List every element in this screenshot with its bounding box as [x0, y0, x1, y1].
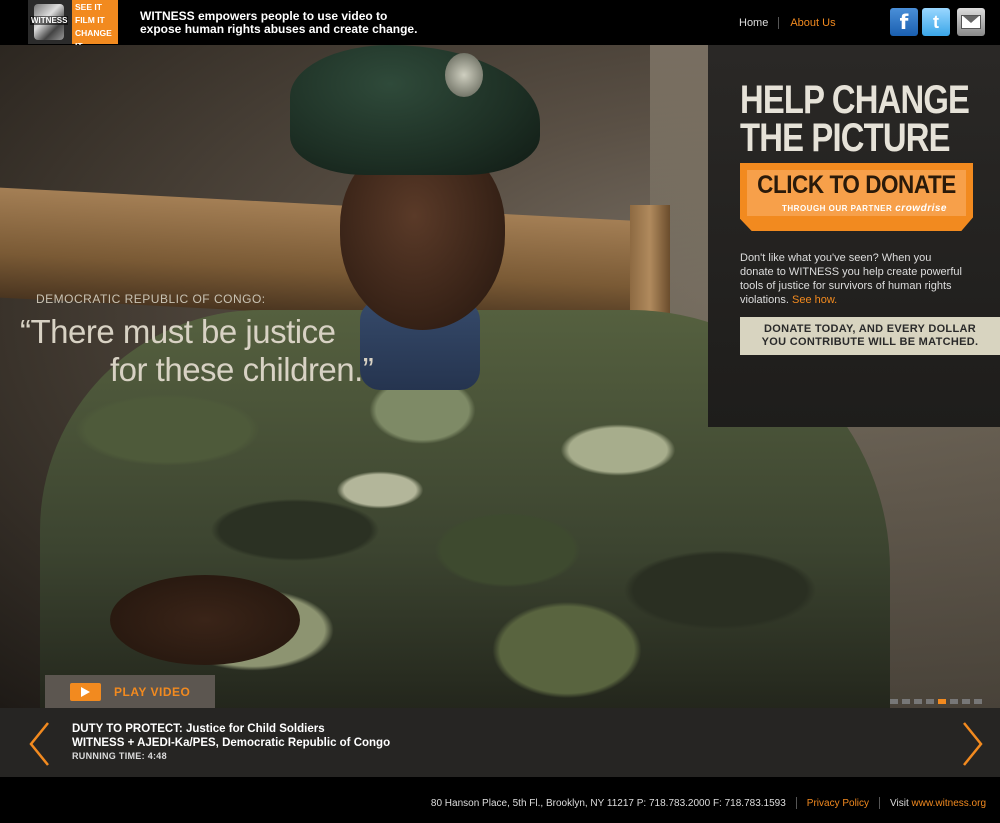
- slide-dot[interactable]: [962, 699, 970, 704]
- slide-dot[interactable]: [890, 699, 898, 704]
- video-info-bar: DUTY TO PROTECT: Justice for Child Soldi…: [0, 708, 1000, 777]
- site-footer: 80 Hanson Place, 5th Fl., Brooklyn, NY 1…: [0, 777, 1000, 823]
- click-to-donate-button[interactable]: CLICK TO DONATE THROUGH OUR PARTNER crowd…: [740, 163, 973, 231]
- logo-brand: WITNESS: [30, 16, 69, 25]
- facebook-icon[interactable]: f: [890, 8, 918, 36]
- quote-line: “There must be justice: [20, 313, 336, 350]
- next-arrow-icon[interactable]: [962, 721, 984, 767]
- tagline-line: expose human rights abuses and create ch…: [140, 22, 418, 36]
- tagline: WITNESS empowers people to use video to …: [140, 10, 417, 36]
- witness-logo[interactable]: WITNESS SEE IT FILM IT CHANGE IT: [28, 0, 118, 51]
- beret-badge: [445, 53, 483, 97]
- subject-hand: [110, 575, 300, 665]
- logo-photo: WITNESS: [28, 0, 72, 44]
- envelope-shape: [961, 15, 981, 29]
- email-icon[interactable]: [957, 8, 985, 36]
- facebook-glyph: f: [899, 10, 909, 34]
- site-header: WITNESS SEE IT FILM IT CHANGE IT WITNESS…: [0, 0, 1000, 51]
- twitter-icon[interactable]: t: [922, 8, 950, 36]
- slide-dot[interactable]: [974, 699, 982, 704]
- slide-dot[interactable]: [938, 699, 946, 704]
- website-link[interactable]: www.witness.org: [912, 798, 986, 809]
- play-video-button[interactable]: PLAY VIDEO: [45, 675, 215, 708]
- donate-partner-line: THROUGH OUR PARTNER crowdrise: [782, 203, 947, 214]
- donate-button-label: CLICK TO DONATE: [757, 171, 956, 199]
- match-line: DONATE TODAY, AND EVERY DOLLAR: [764, 323, 976, 335]
- footer-line: 80 Hanson Place, 5th Fl., Brooklyn, NY 1…: [431, 797, 986, 809]
- match-line: YOU CONTRIBUTE WILL BE MATCHED.: [761, 336, 979, 348]
- main-nav: Home About Us: [739, 17, 836, 29]
- beret: [290, 45, 540, 175]
- play-icon: [70, 682, 101, 701]
- headline-line: THE PICTURE: [740, 116, 950, 160]
- see-how-link[interactable]: See how.: [792, 294, 837, 306]
- privacy-policy-link[interactable]: Privacy Policy: [807, 798, 869, 809]
- nav-about-link[interactable]: About Us: [779, 17, 835, 29]
- slide-indicators: [890, 699, 982, 704]
- footer-address: 80 Hanson Place, 5th Fl., Brooklyn, NY 1…: [430, 797, 786, 809]
- logo-motto: SEE IT FILM IT CHANGE IT: [72, 0, 118, 51]
- crowdrise-logo: crowdrise: [895, 203, 947, 214]
- slide-dot[interactable]: [926, 699, 934, 704]
- slide-dot[interactable]: [902, 699, 910, 704]
- footer-divider: [879, 797, 881, 809]
- previous-arrow-icon[interactable]: [28, 721, 50, 767]
- nav-home-link[interactable]: Home: [739, 17, 780, 29]
- play-video-label: PLAY VIDEO: [114, 684, 191, 699]
- partner-prefix: THROUGH OUR PARTNER: [782, 204, 893, 213]
- headline-line: HELP CHANGE: [740, 78, 970, 122]
- twitter-glyph: t: [933, 11, 939, 32]
- donate-pitch: Don't like what you've seen? When you do…: [740, 251, 965, 307]
- donate-panel: HELP CHANGE THE PICTURE CLICK TO DONATE …: [708, 45, 1000, 427]
- footer-divider: [795, 797, 797, 809]
- logo-line: SEE IT: [75, 2, 102, 12]
- visit-label: Visit: [890, 797, 909, 809]
- logo-line: FILM IT: [75, 15, 105, 25]
- slide-dot[interactable]: [950, 699, 958, 704]
- match-banner[interactable]: DONATE TODAY, AND EVERY DOLLAR YOU CONTR…: [740, 317, 1000, 355]
- slide-dot[interactable]: [914, 699, 922, 704]
- region-label: DEMOCRATIC REPUBLIC OF CONGO:: [36, 292, 266, 306]
- pitch-text: Don't like what you've seen? When you do…: [740, 252, 962, 306]
- donate-headline: HELP CHANGE THE PICTURE: [740, 78, 970, 160]
- running-time: RUNNING TIME: 4:48: [72, 751, 167, 761]
- video-title: DUTY TO PROTECT: Justice for Child Soldi…: [72, 723, 325, 735]
- video-subtitle: WITNESS + AJEDI-Ka/PES, Democratic Repub…: [72, 737, 391, 749]
- quote-line: for these children.”: [110, 351, 374, 388]
